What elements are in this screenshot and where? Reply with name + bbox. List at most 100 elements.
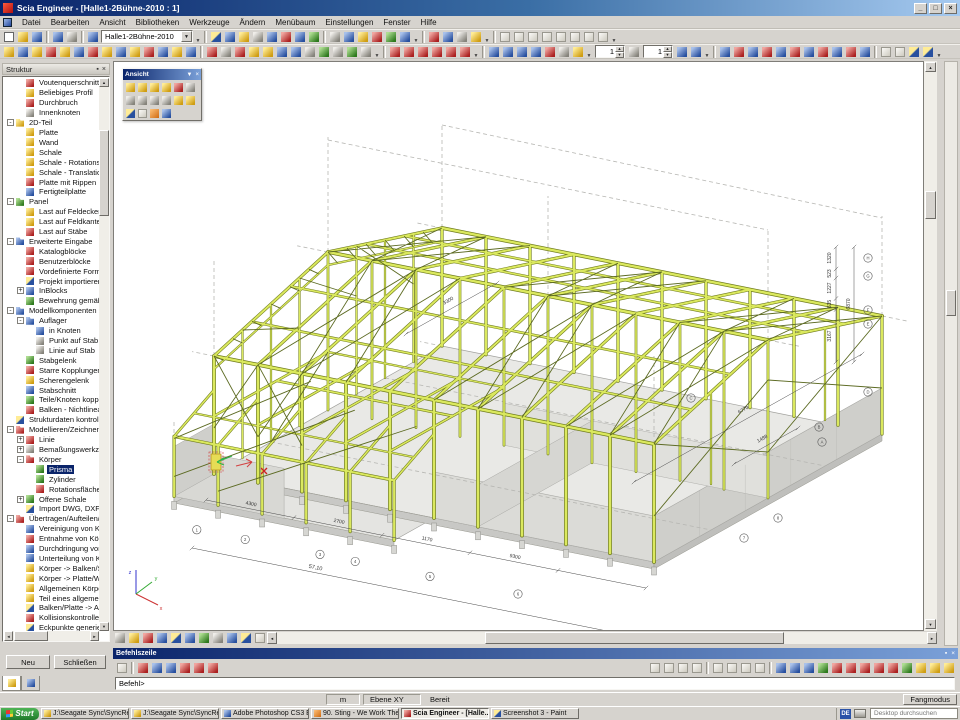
tree-item[interactable]: -Modellieren/Zeichnen	[4, 425, 99, 435]
fangmodus-button[interactable]: Fangmodus	[903, 694, 957, 705]
show-axes-button[interactable]	[788, 45, 802, 59]
coords-polar-button[interactable]	[192, 661, 206, 675]
snap-midpoints-button[interactable]	[844, 661, 858, 675]
scale-spinner[interactable]: 1▲▼	[595, 45, 625, 58]
plate-tool-button[interactable]	[44, 45, 58, 59]
close-ansicht-icon[interactable]: ×	[195, 72, 199, 78]
line-grid-snap-button[interactable]	[802, 661, 816, 675]
tree-item[interactable]: Platte	[4, 128, 99, 138]
rotate-tool-button[interactable]	[331, 45, 345, 59]
tree-item[interactable]: Stabgelenk	[4, 355, 99, 365]
cursor-snap-button[interactable]	[774, 661, 788, 675]
table-editor-button[interactable]	[307, 30, 321, 44]
collapse-icon[interactable]: -	[7, 307, 14, 314]
snap-edge-button[interactable]	[942, 661, 956, 675]
tree-item[interactable]: Prisma	[4, 464, 99, 474]
tree-item[interactable]: Zylinder	[4, 474, 99, 484]
cross-member-tool-button[interactable]	[30, 45, 44, 59]
curve-tool-button[interactable]	[205, 45, 219, 59]
panel-member-tool-button[interactable]	[184, 45, 198, 59]
opening-tool-button[interactable]	[72, 45, 86, 59]
tree-item[interactable]: Innenknoten	[4, 108, 99, 118]
paste-button[interactable]	[279, 30, 293, 44]
panel-corner-tool-button[interactable]	[156, 45, 170, 59]
snap-surface-button[interactable]	[928, 661, 942, 675]
tree-item[interactable]: -Erweiterte Eingabe	[4, 237, 99, 247]
tree-item[interactable]: Schale - Translationsfläche	[4, 167, 99, 177]
expand-icon[interactable]: +	[17, 446, 24, 453]
print-button[interactable]	[328, 30, 342, 44]
line-geom-button[interactable]	[388, 45, 402, 59]
tree-item[interactable]: +InBlocks	[4, 286, 99, 296]
taskbar-task[interactable]: J:\Seagate Sync\SyncRe...	[41, 708, 129, 719]
save-project-button[interactable]	[30, 30, 44, 44]
mdi-child-icon[interactable]	[3, 18, 12, 27]
menu-item-datei[interactable]: Datei	[17, 17, 46, 28]
toolbar-overflow-button[interactable]: ▼	[703, 45, 711, 59]
view-yz-button[interactable]	[160, 81, 172, 93]
layers-button[interactable]	[223, 30, 237, 44]
show-dimensions-button[interactable]	[844, 45, 858, 59]
maximize-button[interactable]: □	[929, 3, 942, 14]
mirror-tool-button[interactable]	[345, 45, 359, 59]
tab-properties[interactable]	[21, 676, 40, 691]
tree-item[interactable]: -2D-Teil	[4, 118, 99, 128]
tree-item[interactable]: Eckpunkte generieren	[4, 623, 99, 631]
tree-item[interactable]: Import DWG, DXF, V	[4, 504, 99, 514]
tree-item[interactable]: in Knoten	[4, 326, 99, 336]
tree-item[interactable]: Balken/Platte -> Allge	[4, 603, 99, 613]
toolbar-overflow-button[interactable]: ▼	[412, 30, 420, 44]
tree-item[interactable]: Starre Kopplungen	[4, 365, 99, 375]
combo-dropdown-icon[interactable]: ▼	[181, 31, 192, 42]
tree-item[interactable]: Last auf Feldkanten	[4, 217, 99, 227]
taskbar-task[interactable]: J:\Seagate Sync\SyncRe...	[131, 708, 219, 719]
minimize-button[interactable]: _	[914, 3, 927, 14]
cut-button[interactable]	[251, 30, 265, 44]
view-c-button[interactable]	[148, 107, 160, 119]
snap-intersections-button[interactable]	[858, 661, 872, 675]
tree-item[interactable]: Vordefinierte Formen	[4, 266, 99, 276]
drawing-canvas[interactable]: 430027001170930057,101320523122763531676…	[113, 61, 924, 631]
copy-multi-tool-button[interactable]	[317, 45, 331, 59]
toolbar-overflow-button[interactable]: ▼	[935, 45, 943, 59]
expand-icon[interactable]: +	[17, 436, 24, 443]
pin-icon[interactable]: ▪	[96, 66, 98, 73]
tree-item[interactable]: Voutenquerschnitt	[4, 78, 99, 88]
column-tool-button[interactable]	[16, 45, 30, 59]
light-bulb-button[interactable]	[184, 94, 196, 106]
haunch-tool-button[interactable]	[100, 45, 114, 59]
construction-stages-button[interactable]	[237, 30, 251, 44]
unlink-parts-button[interactable]	[289, 45, 303, 59]
project-data-button[interactable]	[209, 30, 223, 44]
tree-item[interactable]: Beliebiges Profil	[4, 88, 99, 98]
viewport-horizontal-scrollbar[interactable]	[277, 632, 927, 644]
compass-button[interactable]	[675, 45, 689, 59]
tree-item[interactable]: Unterteilung von Körp	[4, 554, 99, 564]
tree-item[interactable]: Benutzerblöcke	[4, 256, 99, 266]
document-maker-button[interactable]	[356, 30, 370, 44]
tree-item[interactable]: Schale	[4, 147, 99, 157]
collapse-icon[interactable]: -	[7, 119, 14, 126]
status-plane[interactable]: Ebene XY	[363, 694, 421, 705]
menu-item-werkzeuge[interactable]: Werkzeuge	[184, 17, 234, 28]
snap-tangent-button[interactable]	[886, 661, 900, 675]
tree-item[interactable]: +Bemaßungswerkzeug	[4, 445, 99, 455]
tree-item[interactable]: -Übertragen/Aufteilen/Ver	[4, 514, 99, 524]
render-settings-button[interactable]	[921, 45, 935, 59]
menu-item-ndern[interactable]: Ändern	[235, 17, 271, 28]
desktop-search-input[interactable]: Desktop durchsuchen	[870, 708, 958, 719]
menu-item-einstellungen[interactable]: Einstellungen	[320, 17, 378, 28]
window-right-scroll-strip[interactable]	[944, 61, 958, 646]
link-parts-button[interactable]	[275, 45, 289, 59]
axis-swap-button[interactable]	[627, 45, 641, 59]
view-ucs-button[interactable]	[172, 81, 184, 93]
scroll-left-button[interactable]: ◄	[267, 632, 277, 644]
view-window-8-button[interactable]	[596, 30, 610, 44]
collapse-icon[interactable]: -	[17, 456, 24, 463]
toolbar-overflow-button[interactable]: ▼	[610, 30, 618, 44]
tree-item[interactable]: -Modellkomponenten	[4, 306, 99, 316]
tree-item[interactable]: Katalogblöcke	[4, 246, 99, 256]
neu-button[interactable]: Neu	[6, 655, 50, 669]
tree-item[interactable]: +Linie	[4, 435, 99, 445]
paperspace-gallery-button[interactable]	[384, 30, 398, 44]
